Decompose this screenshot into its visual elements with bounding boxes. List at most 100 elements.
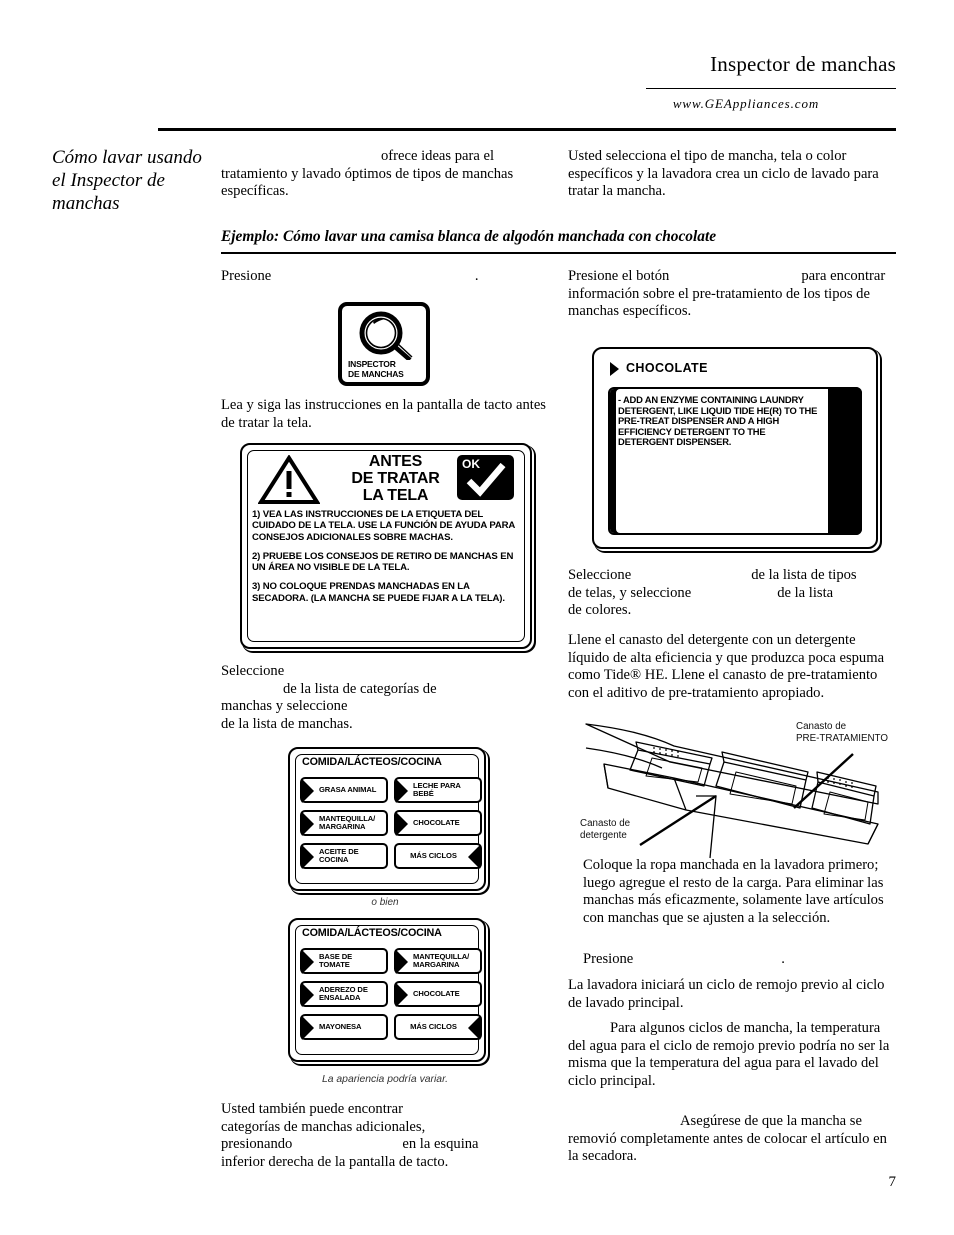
right-step-6-text: La lavadora iniciará un ciclo de remojo … <box>568 977 885 1011</box>
right-step-5: Presione. <box>583 951 896 969</box>
warning-title-line3: LA TELA <box>362 487 429 504</box>
page-number: 7 <box>888 1174 897 1190</box>
warning-title-line2: DE TRATAR <box>351 470 440 487</box>
stain-button[interactable]: CHOCOLATE <box>394 810 482 836</box>
more-cycles-button[interactable]: MÁS CICLOS <box>394 1014 482 1040</box>
intro-left-paragraph: ofrece ideas para el tratamiento y lavad… <box>221 148 549 201</box>
manual-page: Inspector de manchas www.GEAppliances.co… <box>0 0 954 1235</box>
right-step-5-post: . <box>781 951 785 967</box>
stain-button[interactable]: MAYONESA <box>300 1014 388 1040</box>
right-note-2-a: Asegúrese de que la mancha <box>680 1113 847 1129</box>
right-step-3: Llene el canasto del detergente con un d… <box>568 632 896 702</box>
warning-title: ANTES DE TRATAR LA TELA <box>328 453 463 504</box>
right-step-2-e: de colores. <box>568 602 632 619</box>
right-note-1: Para algunos ciclos de mancha, la temper… <box>568 1020 896 1090</box>
stain-button[interactable]: CHOCOLATE <box>394 981 482 1007</box>
right-step-1-a: Presione el botón <box>568 268 670 284</box>
chocolate-info-screen[interactable]: CHOCOLATE - ADD AN ENZYME CONTAINING LAU… <box>592 347 878 549</box>
menu1-button-grid: GRASA ANIMAL LECHE PARA BEBÉ MANTEQUILLA… <box>300 777 482 869</box>
stain-button[interactable]: ACEITE DE COCINA <box>300 843 388 869</box>
left-step-3-text: Seleccione de la lista de categorías de … <box>221 663 549 733</box>
pretreat-label-line1: Canasto de <box>796 721 847 732</box>
right-step-4-text: Coloque la ropa manchada en la lavadora … <box>583 857 884 926</box>
before-treating-fabric-screen[interactable]: ANTES DE TRATAR LA TELA OK 1) VEA LAS IN… <box>240 443 532 649</box>
right-step-1-b: para <box>801 268 827 284</box>
stain-button[interactable]: MANTEQUILLA/ MARGARINA <box>300 810 388 836</box>
right-step-5-text: Presione. <box>583 951 896 969</box>
chocolate-screen-body-frame: - ADD AN ENZYME CONTAINING LAUNDRY DETER… <box>608 387 862 535</box>
play-arrow-icon <box>610 362 619 376</box>
menu2-button-grid: BASE DE TOMATE MANTEQUILLA/ MARGARINA AD… <box>300 948 482 1040</box>
chocolate-screen-body-text: - ADD AN ENZYME CONTAINING LAUNDRY DETER… <box>618 394 818 448</box>
stain-button[interactable]: ADEREZO DE ENSALADA <box>300 981 388 1007</box>
stain-button[interactable]: BASE DE TOMATE <box>300 948 388 974</box>
left-step-4: Usted también puede encontrar categorías… <box>221 1101 549 1171</box>
warning-item-3: 3) NO COLOQUE PRENDAS MANCHADAS EN LA SE… <box>252 581 505 604</box>
left-step-1-text: Presione . <box>221 268 549 286</box>
caption-appearance-may-vary: La apariencia podría variar. <box>321 1074 449 1085</box>
right-step-2-c: de telas, y seleccione <box>568 584 692 601</box>
stain-inspector-button-label: INSPECTOR DE MANCHAS <box>348 359 404 379</box>
right-step-2-b: de la lista de tipos <box>751 567 857 583</box>
stain-button[interactable]: MANTEQUILLA/ MARGARINA <box>394 948 482 974</box>
warning-title-line1: ANTES <box>368 453 423 470</box>
stain-category-screen-2[interactable]: COMIDA/LÁCTEOS/COCINA BASE DE TOMATE MAN… <box>288 918 486 1062</box>
warning-body: 1) VEA LAS INSTRUCCIONES DE LA ETIQUETA … <box>252 509 522 612</box>
right-step-1: Presione el botón para encontrar informac… <box>568 268 896 321</box>
detergent-label-line2: detergente <box>580 829 627 841</box>
warning-item-2: 2) PRUEBE LOS CONSEJOS DE RETIRO DE MANC… <box>252 550 514 574</box>
stain-button[interactable]: GRASA ANIMAL <box>300 777 388 803</box>
dispenser-drawer-diagram: Canasto de PRE-TRATAMIENTO Canasto de de… <box>578 718 898 866</box>
ok-button[interactable]: OK <box>457 455 514 500</box>
left-step-4-e: inferior derecha de la pantalla de tacto… <box>221 1153 449 1170</box>
caption-o-bien: o bien <box>371 897 399 908</box>
magnifier-label-line2: DE MANCHAS <box>348 368 404 379</box>
stain-inspector-button-graphic[interactable]: INSPECTOR DE MANCHAS <box>338 302 430 386</box>
detergent-dispenser-label: Canasto de detergente <box>580 818 658 841</box>
stain-category-screen-1[interactable]: COMIDA/LÁCTEOS/COCINA GRASA ANIMAL LECHE… <box>288 747 486 891</box>
menu2-header: COMIDA/LÁCTEOS/COCINA <box>302 927 442 939</box>
right-note-2-text: Asegúrese de que la mancha se removió co… <box>568 1113 896 1166</box>
right-step-5-pre: Presione <box>583 951 634 967</box>
left-step-1-post: . <box>474 268 479 284</box>
section-heading: Cómo lavar usando el Inspector de mancha… <box>52 147 202 214</box>
chocolate-screen-title: CHOCOLATE <box>626 361 708 375</box>
right-step-1-text: Presione el botón para encontrar informac… <box>568 268 896 321</box>
right-step-4: Coloque la ropa manchada en la lavadora … <box>583 857 896 927</box>
stain-button[interactable]: LECHE PARA BEBÉ <box>394 777 482 803</box>
left-step-3-a: Seleccione <box>221 663 285 679</box>
example-rule <box>221 252 896 254</box>
right-step-2: Seleccione de la lista de tipos de telas,… <box>568 567 896 620</box>
header-rule-thick <box>158 128 896 131</box>
intro-left-part2: tratamiento y lavado óptimos de tipos de… <box>221 165 514 200</box>
right-step-2-d: de la lista <box>777 584 834 601</box>
checkmark-icon <box>466 463 506 497</box>
right-note-1-text: Para algunos ciclos de mancha, la temper… <box>568 1020 896 1090</box>
left-step-1: Presione . <box>221 268 549 286</box>
left-step-4-a: Usted también puede encontrar <box>221 1101 403 1117</box>
intro-left: ofrece ideas para el tratamiento y lavad… <box>221 148 549 201</box>
left-step-3-b: de la lista de categorías de <box>283 680 437 697</box>
intro-right-paragraph: Usted selecciona el tipo de mancha, tela… <box>568 148 879 200</box>
left-step-1-pre: Presione <box>221 268 272 284</box>
left-step-2: Lea y siga las instrucciones en la panta… <box>221 397 549 432</box>
example-title: Ejemplo: Cómo lavar una camisa blanca de… <box>221 228 717 245</box>
warning-item-1: 1) VEA LAS INSTRUCCIONES DE LA ETIQUETA … <box>252 509 515 543</box>
leader-line-pretreat <box>793 753 854 809</box>
right-step-3-text: Llene el canasto del detergente con un d… <box>568 632 885 701</box>
left-step-4-d: en la esquina <box>402 1136 479 1153</box>
right-step-6: La lavadora iniciará un ciclo de remojo … <box>568 977 896 1012</box>
left-step-3: Seleccione de la lista de categorías de … <box>221 663 549 733</box>
header-rule-thin <box>646 88 896 89</box>
left-step-4-text: Usted también puede encontrar categorías… <box>221 1101 549 1171</box>
left-step-2-text: Lea y siga las instrucciones en la panta… <box>221 397 546 431</box>
chocolate-screen-header: CHOCOLATE <box>610 361 708 376</box>
right-step-2-a: Seleccione <box>568 567 632 583</box>
left-step-4-b: categorías de manchas adicionales, <box>221 1118 426 1135</box>
warning-triangle-icon <box>258 455 320 504</box>
header-url: www.GEAppliances.com <box>672 96 820 111</box>
more-cycles-button[interactable]: MÁS CICLOS <box>394 843 482 869</box>
right-note-1-a: Para algunos ciclos de mancha, <box>610 1020 793 1036</box>
warning-header: ANTES DE TRATAR LA TELA OK <box>252 453 520 505</box>
left-step-3-c: manchas y seleccione <box>221 698 348 715</box>
